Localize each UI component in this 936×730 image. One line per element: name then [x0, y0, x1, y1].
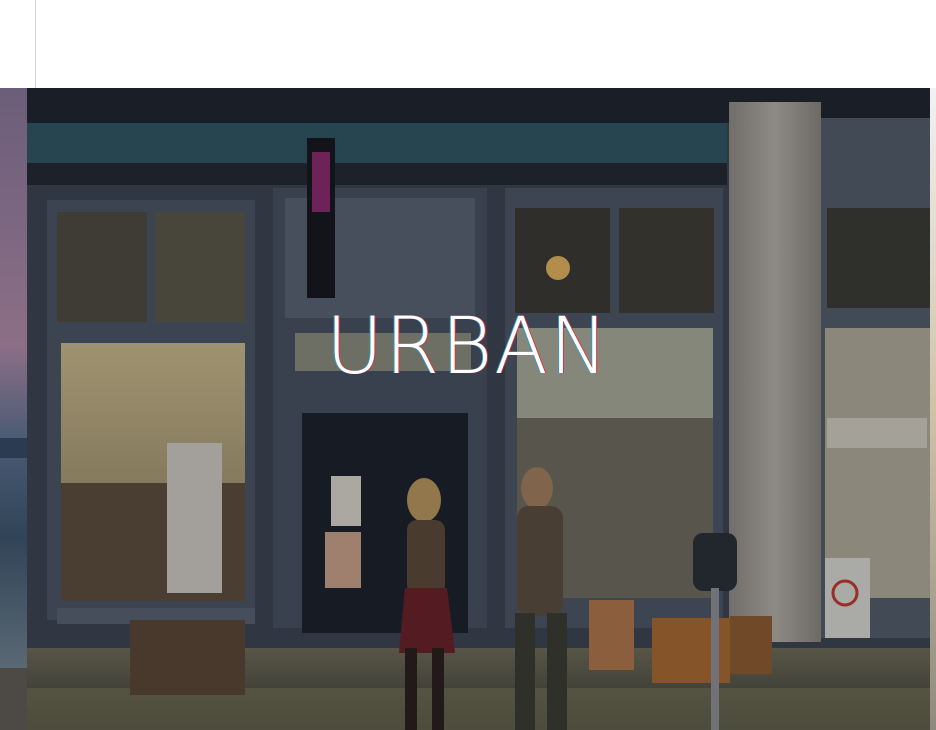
- hero-image-storefront: [27, 88, 930, 730]
- storefront-illustration: [27, 88, 930, 730]
- next-slide-peek[interactable]: [930, 88, 936, 730]
- hero-carousel[interactable]: [0, 88, 936, 730]
- prev-slide-shore: [0, 668, 27, 730]
- page: URBAN: [0, 0, 936, 730]
- previous-slide-peek[interactable]: [0, 88, 27, 730]
- header-divider: [35, 0, 36, 88]
- hero-title: URBAN: [325, 302, 611, 392]
- prev-slide-water: [0, 438, 27, 458]
